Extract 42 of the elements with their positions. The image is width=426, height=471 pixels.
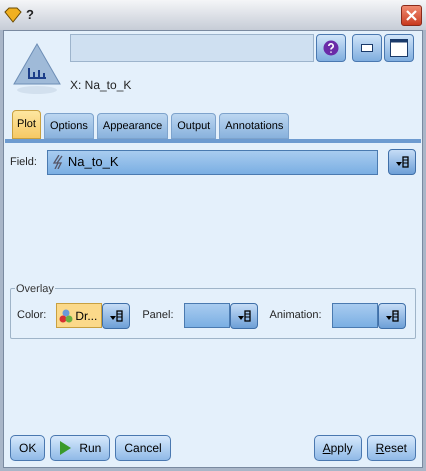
- diamond-icon: [4, 7, 22, 23]
- dropdown-button[interactable]: [378, 302, 406, 328]
- tab[interactable]: Appearance: [96, 113, 168, 139]
- maximize-icon: [390, 39, 408, 57]
- minimize-icon: [361, 44, 373, 52]
- group-title: Overlay: [15, 281, 55, 298]
- tab[interactable]: Output: [171, 113, 216, 139]
- close-button[interactable]: [401, 4, 422, 26]
- circles-icon: [59, 308, 74, 322]
- dropdown-button[interactable]: [102, 302, 130, 328]
- window-title: ?: [26, 6, 34, 24]
- selector-label: Animation:: [270, 308, 322, 324]
- help-button[interactable]: [316, 34, 346, 62]
- node-label: X: Na_to_K: [70, 77, 132, 94]
- run-button[interactable]: Run: [50, 435, 110, 461]
- maximize-button[interactable]: [384, 34, 414, 62]
- field-label: Field:: [10, 154, 37, 170]
- dropdown-icon: [108, 308, 124, 322]
- dialog-button[interactable]: Apply: [314, 435, 362, 461]
- lightning-icon: [52, 155, 64, 169]
- tab[interactable]: Options: [44, 113, 94, 139]
- minimize-button[interactable]: [352, 34, 382, 62]
- dropdown-icon: [394, 155, 410, 169]
- dropdown-icon: [384, 308, 400, 322]
- selector-field[interactable]: Dr...: [56, 303, 102, 328]
- dialog-button[interactable]: Cancel: [115, 435, 171, 461]
- tab[interactable]: Plot: [12, 110, 41, 139]
- node-name-field[interactable]: [70, 34, 314, 62]
- dropdown-icon: [236, 308, 252, 322]
- help-icon: [323, 40, 339, 56]
- tab[interactable]: Annotations: [219, 113, 290, 139]
- selector-label: Color:: [17, 308, 46, 324]
- close-icon: [406, 10, 417, 20]
- dropdown-button[interactable]: [230, 302, 258, 328]
- play-icon: [59, 441, 72, 455]
- dialog-button[interactable]: Reset: [366, 435, 416, 461]
- selector-field[interactable]: [184, 303, 230, 328]
- dropdown-button[interactable]: [388, 149, 416, 175]
- selector-field[interactable]: [332, 303, 378, 328]
- selector-label: Panel:: [142, 308, 174, 324]
- dialog-button[interactable]: OK: [10, 435, 46, 461]
- field-dropdown[interactable]: Na_to_K: [46, 150, 378, 174]
